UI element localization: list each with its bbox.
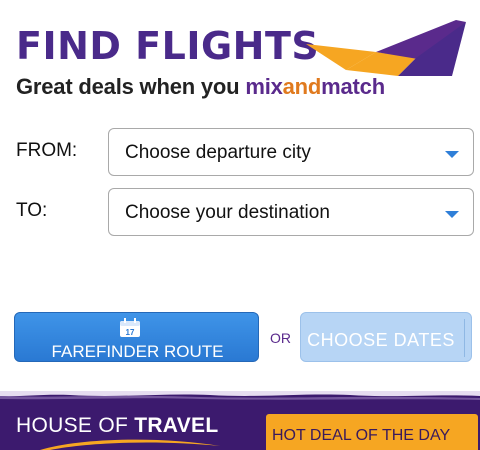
- choose-dates-button[interactable]: CHOOSE DATES: [300, 312, 472, 362]
- destination-value: Choose your destination: [125, 202, 330, 223]
- departure-city-select[interactable]: Choose departure city: [108, 128, 474, 176]
- house-of-travel-logo: HOUSE OF TRAVEL: [16, 414, 218, 438]
- plane-logo-icon: [306, 20, 466, 76]
- to-label: TO:: [16, 200, 48, 221]
- or-separator: OR: [270, 330, 291, 346]
- calendar-icon: 17: [120, 318, 140, 337]
- from-row: FROM: Choose departure city: [16, 128, 476, 176]
- hot-deal-label: HOT DEAL OF THE DAY: [272, 427, 451, 444]
- chevron-down-icon: [445, 211, 459, 218]
- calendar-day: 17: [126, 328, 135, 337]
- departure-city-value: Choose departure city: [125, 142, 311, 163]
- hot-deal-button[interactable]: HOT DEAL OF THE DAY: [266, 414, 478, 450]
- page-title: FIND FLIGHTS: [16, 24, 320, 68]
- destination-select[interactable]: Choose your destination: [108, 188, 474, 236]
- from-label: FROM:: [16, 140, 78, 161]
- brand-name: mixandmatch: [245, 74, 385, 99]
- find-flights-widget: FIND FLIGHTS Great deals when you mixand…: [0, 0, 480, 450]
- brand-mix: mix: [245, 74, 283, 99]
- logo-text-bold: TRAVEL: [134, 414, 219, 437]
- swoosh-icon: [40, 439, 220, 450]
- brand-and: and: [282, 74, 322, 99]
- farefinder-route-button[interactable]: 17 FAREFINDER ROUTE: [14, 312, 259, 362]
- chevron-down-icon: [445, 151, 459, 158]
- header: FIND FLIGHTS Great deals when you mixand…: [16, 20, 472, 100]
- tagline-text: Great deals when you: [16, 74, 246, 99]
- brand-match: match: [321, 74, 385, 99]
- farefinder-route-label: FAREFINDER ROUTE: [51, 342, 224, 361]
- button-divider: [464, 319, 465, 357]
- to-row: TO: Choose your destination: [16, 188, 476, 236]
- brush-stroke-decoration: [0, 388, 480, 400]
- logo-text-light: HOUSE OF: [16, 414, 135, 437]
- promo-banner[interactable]: HOUSE OF TRAVEL HOT DEAL OF THE DAY: [0, 388, 480, 450]
- choose-dates-label: CHOOSE DATES: [307, 330, 455, 350]
- tagline: Great deals when you mixandmatch: [16, 74, 385, 100]
